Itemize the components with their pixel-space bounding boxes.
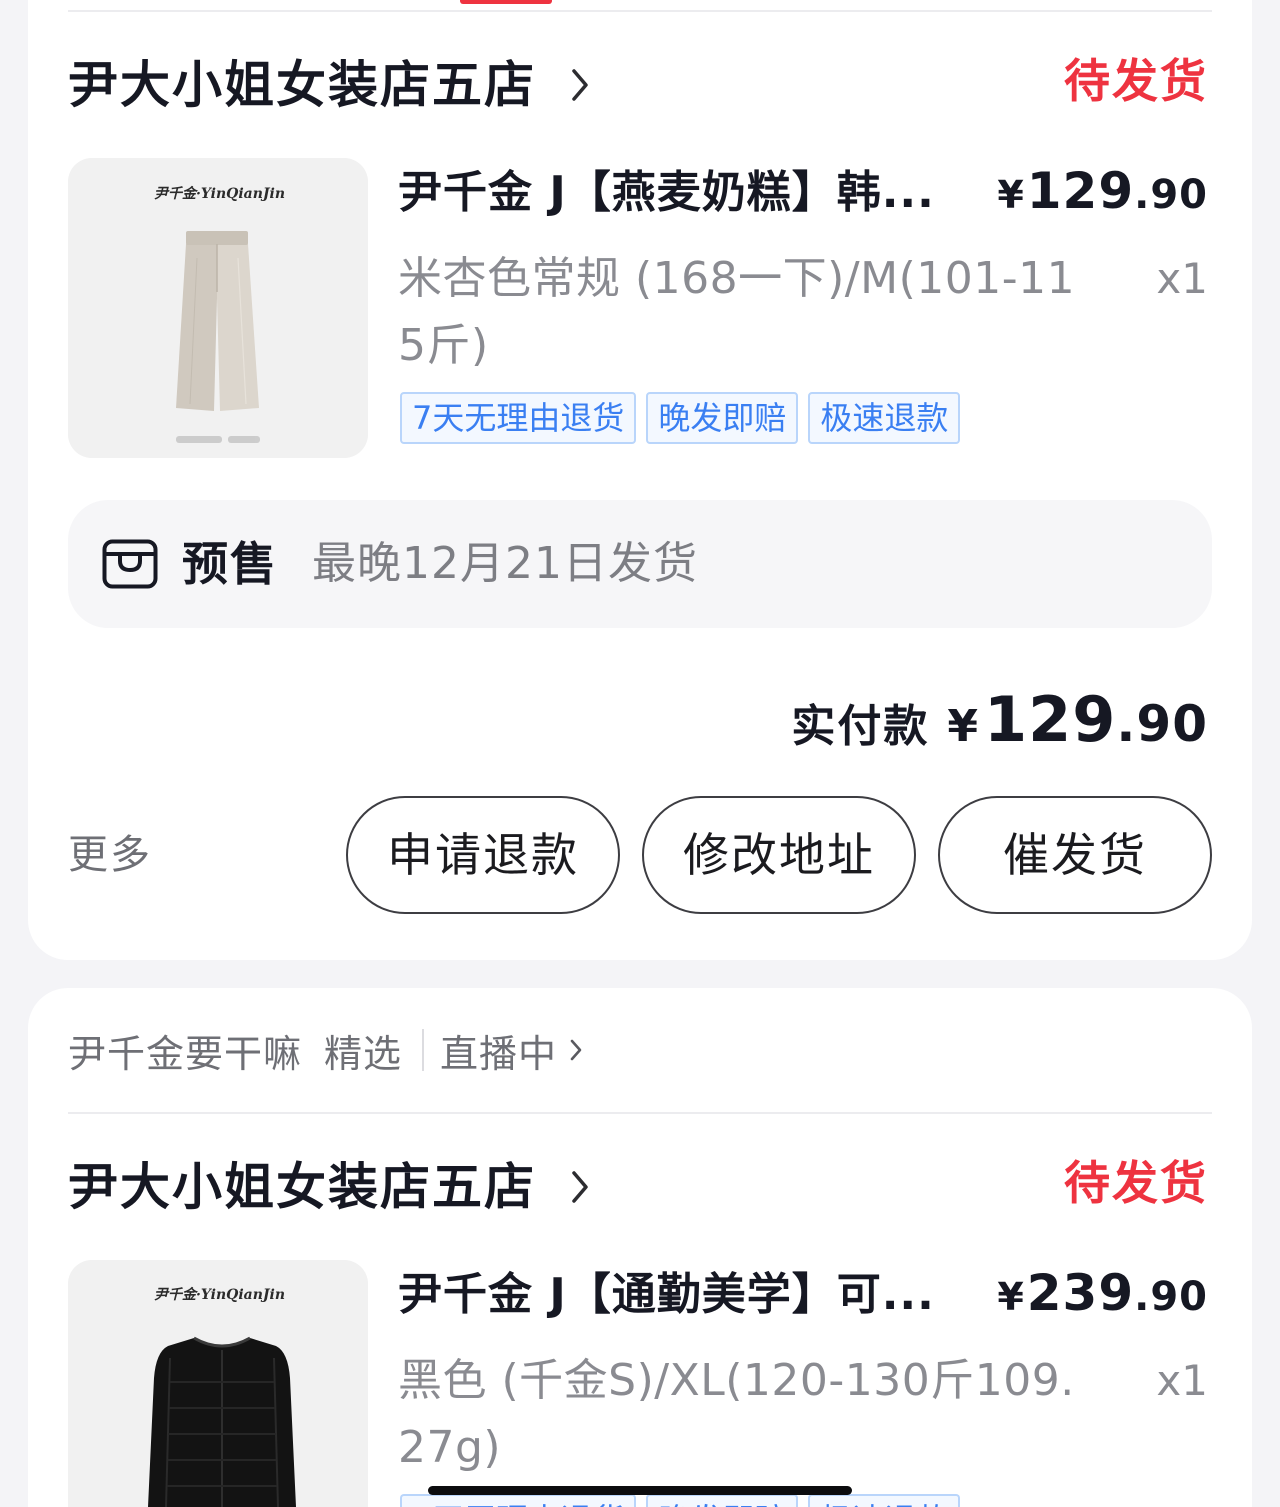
service-tags: 7天无理由退货 晚发即赔 极速退款 (400, 392, 961, 444)
service-tag: 7天无理由退货 (400, 392, 637, 444)
product-spec: 黑色 (千金S)/XL(120-130斤109.27g) (398, 1355, 1075, 1473)
blurred-caption (176, 436, 260, 443)
box-handle (118, 552, 142, 573)
presale-notice: 预售 最晚12月21日发货 (68, 500, 1212, 628)
source-divider (422, 1029, 425, 1071)
source-badge: 精选 (324, 1031, 403, 1076)
presale-label: 预售 (182, 537, 278, 591)
request-refund-button[interactable]: 申请退款 (346, 796, 620, 914)
urge-shipping-button[interactable]: 催发货 (938, 796, 1212, 914)
product-quantity: x1 (1156, 254, 1208, 303)
service-tag: 极速退款 (808, 1494, 961, 1507)
chevron-right-icon[interactable] (570, 1170, 590, 1204)
product-photo: 尹千金·YinQianJin (68, 158, 368, 458)
paid-total: 实付款 ¥ 129 .90 (791, 683, 1208, 756)
chevron-stroke (572, 69, 588, 101)
paid-currency: ¥ (947, 701, 978, 752)
order-actions: 申请退款 修改地址 催发货 (346, 796, 1212, 914)
product-thumbnail[interactable]: 尹千金·YinQianJin (68, 1260, 368, 1507)
chevron-stroke (572, 1171, 588, 1203)
section-divider (68, 10, 1212, 12)
product-thumbnail[interactable]: 尹千金·YinQianJin (68, 158, 368, 458)
section-divider (68, 1112, 1212, 1114)
paid-decimal: .90 (1116, 695, 1208, 753)
paid-integer: 129 (984, 683, 1117, 756)
more-button[interactable]: 更多 (68, 830, 152, 880)
price-currency: ¥ (997, 173, 1025, 217)
home-indicator[interactable] (428, 1486, 852, 1495)
product-quantity: x1 (1156, 1356, 1208, 1405)
service-tags: 7天无理由退货 晚发即赔 极速退款 (400, 1494, 961, 1507)
price-currency: ¥ (997, 1275, 1025, 1319)
blurred-caption-part (228, 436, 260, 443)
source-account: 尹千金要干嘛 (68, 1031, 303, 1076)
box-outline (102, 539, 158, 589)
presale-ship-date: 最晚12月21日发货 (312, 538, 698, 589)
service-tag: 极速退款 (808, 392, 961, 444)
order-status: 待发货 (1064, 1156, 1208, 1210)
paid-label: 实付款 (791, 701, 930, 752)
order-card: 尹大小姐女装店五店 待发货 尹千金·YinQianJin 尹千金 J【燕麦奶糕】… (28, 0, 1252, 960)
price-integer: 129 (1026, 162, 1135, 220)
order-card: 尹千金要干嘛 精选 直播中 尹大小姐女装店五店 待发货 尹千金·YinQianJ… (28, 988, 1252, 1507)
package-box-icon (102, 539, 158, 589)
product-price: ¥239.90 (997, 1263, 1208, 1335)
store-header[interactable]: 尹大小姐女装店五店 (68, 1159, 590, 1215)
product-photo: 尹千金·YinQianJin (68, 1260, 368, 1507)
chevron-right-icon[interactable] (569, 1038, 583, 1062)
live-status[interactable]: 直播中 (440, 1023, 557, 1078)
chevron-stroke (570, 1039, 582, 1061)
price-decimal: .90 (1134, 172, 1208, 218)
service-tag: 晚发即赔 (646, 392, 799, 444)
pants-waistband (186, 231, 248, 245)
chevron-right-icon[interactable] (570, 68, 590, 102)
order-list-screen: 尹大小姐女装店五店 待发货 尹千金·YinQianJin 尹千金 J【燕麦奶糕】… (0, 0, 1280, 1507)
blurred-caption-part (176, 436, 222, 443)
brand-logo-text: 尹千金·YinQianJin (154, 1286, 285, 1303)
change-address-button[interactable]: 修改地址 (642, 796, 916, 914)
product-price: ¥129.90 (997, 161, 1208, 233)
product-title[interactable]: 尹千金 J【通勤美学】可... (398, 1267, 968, 1323)
price-integer: 239 (1026, 1264, 1135, 1322)
price-decimal: .90 (1134, 1274, 1208, 1320)
service-tag: 7天无理由退货 (400, 1494, 637, 1507)
product-title[interactable]: 尹千金 J【燕麦奶糕】韩... (398, 165, 968, 221)
jacket-illustration (148, 1336, 296, 1507)
order-status: 待发货 (1064, 54, 1208, 108)
store-header[interactable]: 尹大小姐女装店五店 (68, 57, 590, 113)
brand-logo-text: 尹千金·YinQianJin (154, 185, 285, 202)
store-name[interactable]: 尹大小姐女装店五店 (68, 57, 536, 113)
live-badge-edge (460, 0, 552, 4)
service-tag: 晚发即赔 (646, 1494, 799, 1507)
product-spec: 米杏色常规 (168一下)/M(101-115斤) (398, 253, 1076, 371)
order-source[interactable]: 尹千金要干嘛 精选 直播中 (68, 1023, 583, 1078)
store-name[interactable]: 尹大小姐女装店五店 (68, 1159, 536, 1215)
